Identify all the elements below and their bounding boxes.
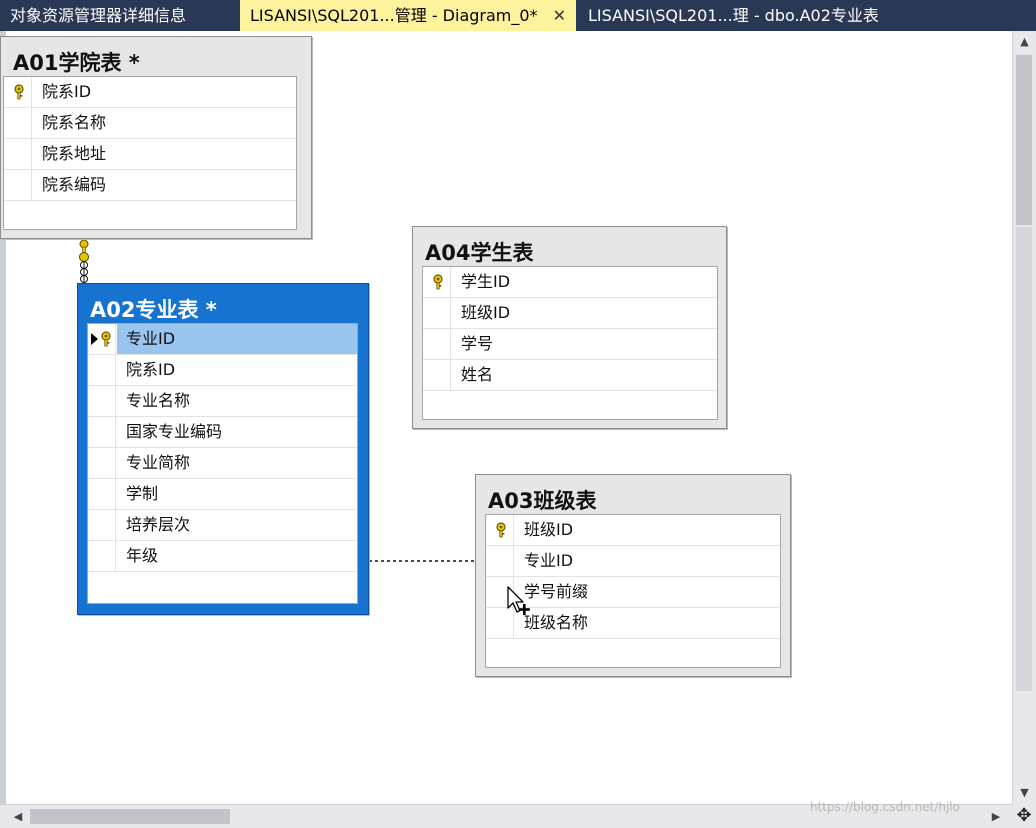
key-icon bbox=[496, 522, 506, 538]
column-row[interactable]: 专业ID bbox=[486, 546, 780, 577]
row-selector[interactable] bbox=[423, 267, 451, 297]
column-name: 专业简称 bbox=[126, 453, 191, 472]
tab-diagram[interactable]: LISANSI\SQL201...管理 - Diagram_0* ✕ bbox=[240, 0, 576, 31]
row-selector[interactable] bbox=[88, 541, 116, 571]
watermark: https://blog.csdn.net/hjlo bbox=[810, 800, 960, 814]
column-grid: 专业ID 院系ID 专业名称 国家专业编码 专业简称 学制 培养层次 年级 bbox=[87, 323, 358, 604]
column-name: 班级ID bbox=[524, 520, 574, 539]
column-grid: 学生ID 班级ID 学号 姓名 bbox=[422, 266, 718, 420]
column-row[interactable]: 院系名称 bbox=[4, 108, 296, 139]
scroll-left-icon[interactable]: ◀ bbox=[8, 805, 28, 828]
table-a01[interactable]: A01学院表 * 院系ID 院系名称 院系地址 院系编码 bbox=[0, 36, 312, 239]
tab-object-explorer-details[interactable]: 对象资源管理器详细信息 bbox=[0, 0, 238, 31]
row-selector[interactable] bbox=[4, 170, 32, 200]
column-row[interactable]: 学号 bbox=[423, 329, 717, 360]
column-row[interactable]: 专业简称 bbox=[88, 448, 357, 479]
column-name: 专业名称 bbox=[126, 391, 191, 410]
table-title: A01学院表 * bbox=[13, 51, 140, 75]
column-row[interactable]: 学制 bbox=[88, 479, 357, 510]
scroll-up-icon[interactable]: ▲ bbox=[1013, 31, 1036, 53]
column-name: 院系名称 bbox=[42, 113, 107, 132]
column-row[interactable]: 姓名 bbox=[423, 360, 717, 391]
horizontal-scrollbar[interactable]: ◀ ▶ https://blog.csdn.net/hjlo bbox=[0, 800, 1012, 828]
row-selector[interactable] bbox=[4, 139, 32, 169]
column-row[interactable]: 学生ID bbox=[423, 267, 717, 298]
move-cursor-icon bbox=[507, 586, 530, 615]
column-name: 培养层次 bbox=[126, 515, 191, 534]
column-name: 姓名 bbox=[461, 365, 494, 384]
column-name: 年级 bbox=[126, 546, 159, 565]
diagram-canvas[interactable]: A01学院表 * 院系ID 院系名称 院系地址 院系编码 A02专业表 * 专业… bbox=[0, 31, 1012, 804]
column-row[interactable]: 培养层次 bbox=[88, 510, 357, 541]
relationship-key-end-icon bbox=[79, 239, 89, 262]
relationship-many-end-icon bbox=[80, 261, 88, 283]
column-name: 班级ID bbox=[461, 303, 511, 322]
row-selector[interactable] bbox=[88, 386, 116, 416]
column-row-selected[interactable]: 专业ID bbox=[88, 324, 357, 355]
row-selector[interactable] bbox=[88, 355, 116, 385]
close-icon[interactable]: ✕ bbox=[553, 0, 566, 31]
tab-label: 对象资源管理器详细信息 bbox=[10, 6, 187, 25]
row-selector-arrow-icon bbox=[91, 333, 98, 345]
column-name: 专业ID bbox=[117, 324, 357, 354]
table-a03[interactable]: A03班级表 班级ID 专业ID 学号前缀 班级名称 bbox=[475, 474, 791, 677]
vertical-scrollbar[interactable]: ▲ ▼ bbox=[1012, 31, 1036, 804]
tab-label: LISANSI\SQL201...理 - dbo.A02专业表 bbox=[588, 6, 879, 25]
row-selector[interactable] bbox=[88, 324, 116, 354]
vertical-scroll-thumb[interactable] bbox=[1016, 55, 1032, 225]
column-row[interactable]: 院系ID bbox=[4, 77, 296, 108]
row-selector[interactable] bbox=[88, 417, 116, 447]
row-selector[interactable] bbox=[4, 77, 32, 107]
tab-label: LISANSI\SQL201...管理 - Diagram_0* bbox=[250, 6, 538, 25]
row-selector[interactable] bbox=[423, 298, 451, 328]
pan-icon[interactable]: ✥ bbox=[1012, 804, 1036, 828]
row-selector[interactable] bbox=[423, 360, 451, 390]
column-row[interactable]: 院系编码 bbox=[4, 170, 296, 201]
column-name: 学生ID bbox=[461, 272, 511, 291]
column-name: 院系编码 bbox=[42, 175, 107, 194]
row-selector[interactable] bbox=[88, 448, 116, 478]
scroll-down-icon[interactable]: ▼ bbox=[1013, 782, 1036, 804]
row-selector[interactable] bbox=[88, 510, 116, 540]
column-row[interactable]: 院系ID bbox=[88, 355, 357, 386]
key-icon bbox=[14, 84, 24, 100]
column-grid: 院系ID 院系名称 院系地址 院系编码 bbox=[3, 76, 297, 230]
column-name: 专业ID bbox=[524, 551, 574, 570]
column-row[interactable]: 专业名称 bbox=[88, 386, 357, 417]
column-row[interactable]: 院系地址 bbox=[4, 139, 296, 170]
horizontal-scroll-thumb[interactable] bbox=[30, 809, 230, 824]
column-name: 院系ID bbox=[126, 360, 176, 379]
table-title: A03班级表 bbox=[488, 489, 597, 513]
column-name: 国家专业编码 bbox=[126, 422, 223, 441]
table-title: A02专业表 * bbox=[90, 298, 217, 322]
table-title: A04学生表 bbox=[425, 241, 534, 265]
row-selector[interactable] bbox=[486, 546, 514, 576]
column-name: 院系ID bbox=[42, 82, 92, 101]
column-row[interactable]: 班级ID bbox=[486, 515, 780, 546]
column-row[interactable]: 国家专业编码 bbox=[88, 417, 357, 448]
row-selector[interactable] bbox=[486, 515, 514, 545]
row-selector[interactable] bbox=[88, 479, 116, 509]
table-a02[interactable]: A02专业表 * 专业ID 院系ID 专业名称 国家专业编码 专业简称 学制 培… bbox=[77, 283, 369, 615]
table-a04[interactable]: A04学生表 学生ID 班级ID 学号 姓名 bbox=[412, 226, 727, 429]
row-selector[interactable] bbox=[4, 108, 32, 138]
tab-table-designer[interactable]: LISANSI\SQL201...理 - dbo.A02专业表 bbox=[578, 0, 918, 31]
document-tab-strip: 对象资源管理器详细信息 LISANSI\SQL201...管理 - Diagra… bbox=[0, 0, 1036, 31]
column-name: 学制 bbox=[126, 484, 159, 503]
column-name: 院系地址 bbox=[42, 144, 107, 163]
scroll-right-icon[interactable]: ▶ bbox=[986, 805, 1006, 828]
key-icon bbox=[101, 331, 111, 347]
row-selector[interactable] bbox=[423, 329, 451, 359]
column-row[interactable]: 年级 bbox=[88, 541, 357, 572]
column-row[interactable]: 班级ID bbox=[423, 298, 717, 329]
column-name: 学号 bbox=[461, 334, 494, 353]
key-icon bbox=[433, 274, 443, 290]
vertical-scroll-track[interactable] bbox=[1016, 227, 1032, 691]
